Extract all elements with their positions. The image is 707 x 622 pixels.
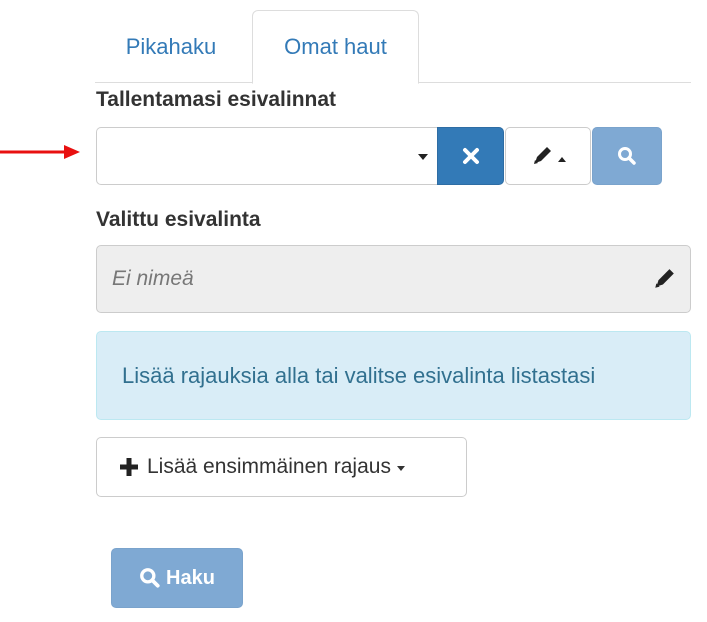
chevron-down-icon [396,466,405,471]
times-icon [462,148,479,164]
plus-icon [119,457,139,477]
preset-name-field[interactable]: Ei nimeä [96,245,691,313]
tab-own-searches[interactable]: Omat haut [252,10,419,84]
clear-preset-button[interactable] [437,127,504,185]
search-preset-button[interactable] [592,127,662,185]
edit-preset-menu-button[interactable] [505,127,591,185]
pencil-icon [533,147,551,164]
preset-name-placeholder: Ei nimeä [112,267,194,290]
caret-up-icon [557,156,566,162]
search-button[interactable]: Haku [111,548,243,608]
saved-presets-select[interactable] [96,127,438,185]
search-panel: Pikahaku Omat haut Tallentamasi esivalin… [0,0,707,622]
add-first-filter-label: Lisää ensimmäinen rajaus [147,455,391,478]
pencil-icon [655,269,674,288]
search-tabs: Pikahaku Omat haut [95,10,691,84]
saved-presets-label: Tallentamasi esivalinnat [96,88,337,111]
info-alert-text: Lisää rajauksia alla tai valitse esivali… [122,362,596,388]
search-button-label: Haku [166,566,215,589]
info-alert: Lisää rajauksia alla tai valitse esivali… [96,331,691,420]
chevron-down-icon [418,154,428,160]
add-first-filter-button[interactable]: Lisää ensimmäinen rajaus [96,437,467,497]
tab-quick-search[interactable]: Pikahaku [95,10,247,83]
selected-preset-label: Valittu esivalinta [96,208,261,231]
edit-name-button[interactable] [652,267,676,297]
search-icon [618,147,636,165]
search-icon [139,567,161,589]
annotation-arrow-icon [0,145,80,159]
